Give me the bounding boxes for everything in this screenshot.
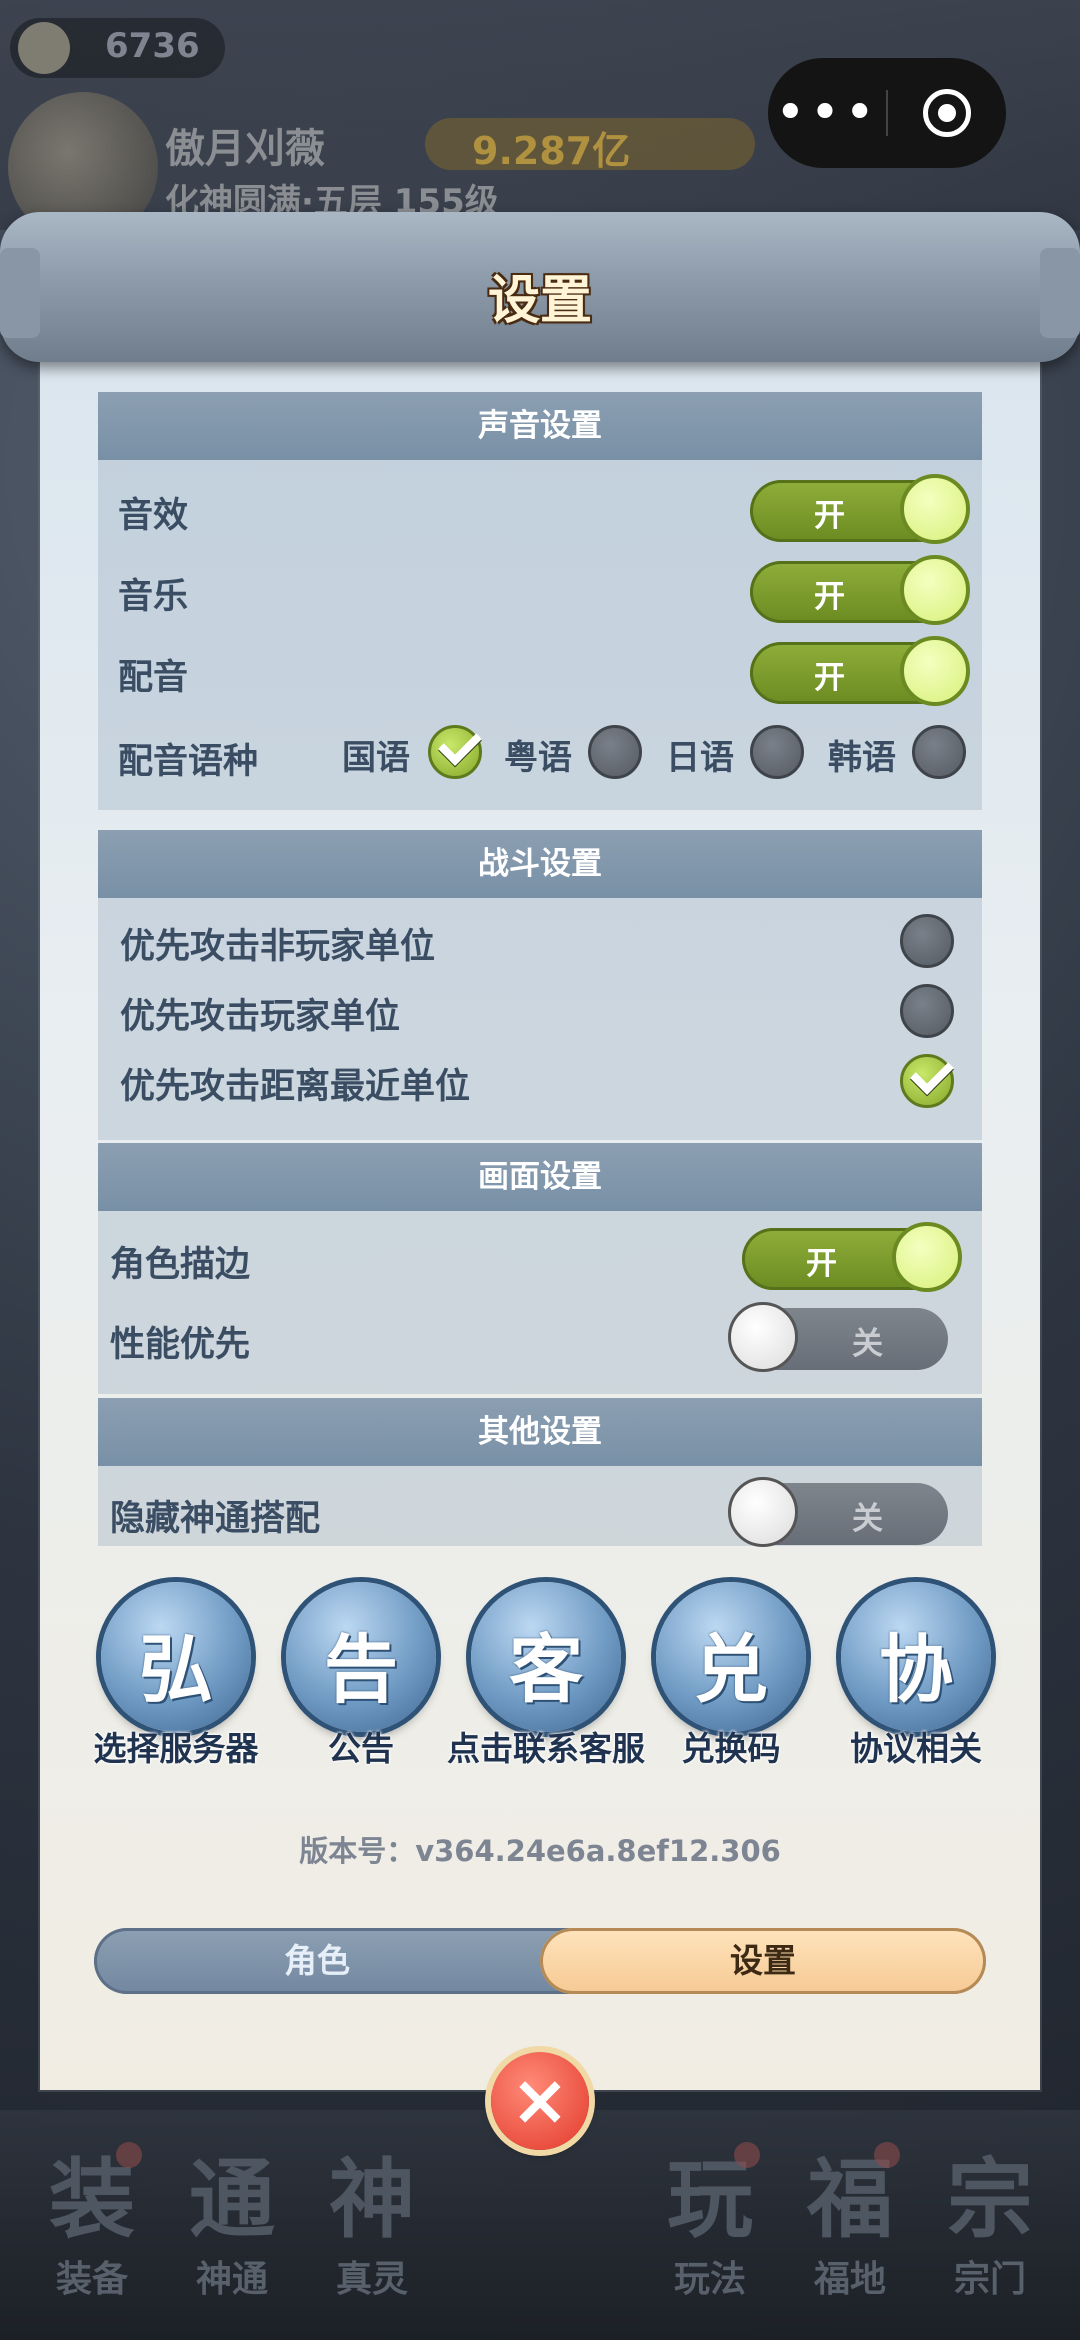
lang-japanese-label: 日语 [666, 738, 734, 778]
close-icon: × [510, 2059, 570, 2141]
tab-role[interactable]: 角色 [94, 1928, 540, 1994]
nav-item-spirit[interactable]: 神 真灵 [302, 2150, 442, 2302]
nav-label: 装备 [55, 2259, 128, 2300]
lang-korean-radio[interactable] [912, 725, 966, 779]
performance-toggle[interactable]: 关 [728, 1302, 948, 1372]
priority-player-checkbox[interactable] [900, 984, 954, 1038]
redeem-icon: 兑 [694, 1627, 768, 1713]
gameplay-icon: 玩 [667, 2150, 753, 2250]
sect-icon: 宗 [947, 2150, 1033, 2250]
blessed-land-icon: 福 [807, 2150, 893, 2250]
announcement-icon: 告 [324, 1627, 398, 1713]
battle-option-label: 优先攻击距离最近单位 [120, 1067, 471, 1107]
nav-item-skills[interactable]: 通 神通 [162, 2150, 302, 2302]
lang-cantonese-radio[interactable] [588, 725, 642, 779]
sound-effects-label: 音效 [118, 496, 189, 536]
announcement-button[interactable]: 告 [286, 1582, 436, 1732]
select-server-label: 选择服务器 [93, 1729, 259, 1768]
outline-label: 角色描边 [110, 1245, 251, 1285]
nav-label: 宗门 [953, 2259, 1026, 2300]
toggle-state-label: 开 [814, 498, 845, 534]
nav-item-sect[interactable]: 宗 宗门 [920, 2150, 1060, 2302]
power-value: 9.287亿 [472, 129, 631, 173]
lang-mandarin-label: 国语 [342, 738, 410, 778]
select-server-button[interactable]: 弘 [101, 1582, 251, 1732]
spirit-icon: 神 [329, 2150, 415, 2250]
toggle-state-label: 关 [852, 1326, 883, 1362]
tab-settings[interactable]: 设置 [540, 1928, 986, 1994]
tab-bar: 角色 设置 [94, 1928, 986, 1994]
notification-dot [874, 2142, 900, 2168]
toggle-knob [900, 474, 970, 544]
agreement-icon: 协 [879, 1627, 953, 1713]
nav-label: 神通 [195, 2259, 268, 2300]
notification-dot [116, 2142, 142, 2168]
section-header-sound: 声音设置 [98, 392, 982, 460]
toggle-knob [900, 555, 970, 625]
mini-program-capsule: ••• [768, 58, 1006, 168]
section-header-battle: 战斗设置 [98, 830, 982, 898]
player-name: 傲月刈薇 [165, 126, 325, 172]
battle-option-label: 优先攻击玩家单位 [120, 997, 401, 1037]
priority-non-player-checkbox[interactable] [900, 914, 954, 968]
music-label: 音乐 [118, 577, 189, 617]
nav-label: 真灵 [335, 2259, 408, 2300]
announcement-label: 公告 [328, 1729, 394, 1768]
voice-language-label: 配音语种 [118, 742, 259, 782]
nav-item-gameplay[interactable]: 玩 玩法 [640, 2142, 780, 2302]
voice-toggle[interactable]: 开 [750, 636, 970, 706]
priority-nearest-checkbox[interactable] [900, 1051, 954, 1108]
battle-option-label: 优先攻击非玩家单位 [120, 927, 436, 967]
lang-korean-label: 韩语 [828, 738, 896, 778]
music-toggle[interactable]: 开 [750, 555, 970, 625]
score-value: 6736 [105, 26, 200, 66]
lang-cantonese-label: 粤语 [504, 738, 572, 778]
hide-skill-label: 隐藏神通搭配 [110, 1499, 321, 1539]
notification-dot [734, 2142, 760, 2168]
equipment-icon: 装 [49, 2150, 135, 2250]
toggle-knob [728, 1302, 798, 1372]
toggle-state-label: 开 [806, 1246, 837, 1282]
toggle-knob [892, 1222, 962, 1292]
toggle-state-label: 开 [814, 579, 845, 615]
version-text: 版本号：v364.24e6a.8ef12.306 [299, 1834, 781, 1868]
toggle-knob [900, 636, 970, 706]
nav-label: 玩法 [673, 2259, 746, 2300]
nav-label: 福地 [813, 2259, 886, 2300]
section-header-display: 画面设置 [98, 1143, 982, 1211]
more-options-icon[interactable]: ••• [768, 58, 886, 168]
nav-item-blessed-land[interactable]: 福 福地 [780, 2142, 920, 2302]
contact-support-button[interactable]: 客 [471, 1582, 621, 1732]
toggle-state-label: 关 [852, 1501, 883, 1537]
skills-icon: 通 [189, 2150, 275, 2250]
redeem-code-label: 兑换码 [681, 1729, 781, 1768]
outline-toggle[interactable]: 开 [742, 1222, 962, 1292]
voice-label: 配音 [118, 658, 189, 698]
contact-support-label: 点击联系客服 [447, 1729, 645, 1768]
hide-skill-toggle[interactable]: 关 [728, 1477, 948, 1547]
toggle-state-label: 开 [814, 660, 845, 696]
redeem-code-button[interactable]: 兑 [656, 1582, 806, 1732]
coin-icon [18, 22, 70, 74]
close-button[interactable]: × [491, 2052, 589, 2150]
nav-item-equipment[interactable]: 装 装备 [22, 2142, 162, 2302]
performance-label: 性能优先 [110, 1325, 251, 1365]
toggle-knob [728, 1477, 798, 1547]
lang-mandarin-radio[interactable] [428, 722, 482, 779]
close-mini-program-button[interactable] [888, 89, 1006, 137]
server-icon: 弘 [139, 1627, 213, 1713]
record-circle-icon [923, 89, 971, 137]
section-header-other: 其他设置 [98, 1398, 982, 1466]
agreements-button[interactable]: 协 [841, 1582, 991, 1732]
customer-service-icon: 客 [509, 1627, 583, 1713]
sound-effects-toggle[interactable]: 开 [750, 474, 970, 544]
agreements-label: 协议相关 [850, 1729, 982, 1768]
lang-japanese-radio[interactable] [750, 725, 804, 779]
modal-title: 设置 [487, 271, 592, 331]
